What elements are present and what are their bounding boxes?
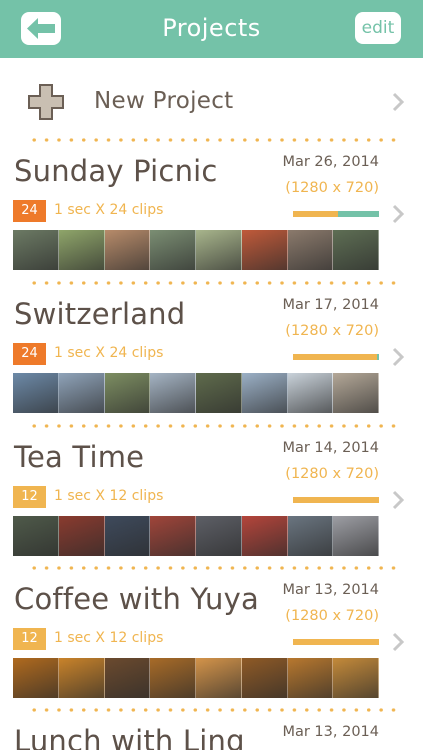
video-thumbnail xyxy=(287,658,334,698)
progress-yellow xyxy=(293,211,338,217)
video-thumbnail xyxy=(13,516,59,556)
project-row[interactable]: Lunch with Ling Mar 13, 2014 xyxy=(0,712,423,750)
thumbnail-strip xyxy=(13,373,379,413)
project-title: Switzerland xyxy=(14,297,186,331)
clip-count-badge: 12 xyxy=(13,486,46,508)
video-thumbnail xyxy=(104,516,151,556)
chevron-right-icon xyxy=(392,490,405,510)
new-project-row[interactable]: New Project xyxy=(0,58,423,140)
video-thumbnail xyxy=(104,373,151,413)
progress-bar xyxy=(293,211,379,217)
video-thumbnail xyxy=(58,230,105,270)
project-date: Mar 14, 2014 xyxy=(282,440,379,456)
chevron-right-icon xyxy=(392,204,405,224)
video-thumbnail xyxy=(333,516,379,556)
video-thumbnail xyxy=(241,516,288,556)
edit-button[interactable]: edit xyxy=(355,12,401,44)
video-thumbnail xyxy=(196,516,242,556)
project-resolution: (1280 x 720) xyxy=(285,608,379,624)
progress-yellow xyxy=(293,354,377,360)
new-project-label: New Project xyxy=(94,88,234,114)
project-resolution: (1280 x 720) xyxy=(285,466,379,482)
thumbnail-strip xyxy=(13,658,379,698)
video-thumbnail xyxy=(196,658,242,698)
project-date: Mar 13, 2014 xyxy=(282,582,379,598)
clip-count-badge: 12 xyxy=(13,628,46,650)
plus-icon xyxy=(28,84,64,120)
project-row[interactable]: Tea Time Mar 14, 2014 (1280 x 720) 12 1 … xyxy=(0,428,423,570)
video-thumbnail xyxy=(241,373,288,413)
video-thumbnail xyxy=(104,658,151,698)
progress-bar xyxy=(293,354,379,360)
progress-teal xyxy=(338,211,379,217)
project-resolution: (1280 x 720) xyxy=(285,180,379,196)
video-thumbnail xyxy=(287,373,334,413)
clip-info: 1 sec X 12 clips xyxy=(54,488,164,504)
chevron-right-icon xyxy=(392,632,405,652)
video-thumbnail xyxy=(196,373,242,413)
video-thumbnail xyxy=(333,230,379,270)
project-date: Mar 17, 2014 xyxy=(282,297,379,313)
clip-info: 1 sec X 24 clips xyxy=(54,202,164,218)
video-thumbnail xyxy=(241,230,288,270)
project-title: Coffee with Yuya xyxy=(14,582,259,616)
thumbnail-strip xyxy=(13,516,379,556)
video-thumbnail xyxy=(241,658,288,698)
clip-count-badge: 24 xyxy=(13,343,46,365)
video-thumbnail xyxy=(150,516,196,556)
project-resolution: (1280 x 720) xyxy=(285,323,379,339)
progress-bar xyxy=(293,639,379,645)
project-row[interactable]: Sunday Picnic Mar 26, 2014 (1280 x 720) … xyxy=(0,142,423,284)
thumbnail-strip xyxy=(13,230,379,270)
project-title: Sunday Picnic xyxy=(14,154,218,188)
video-thumbnail xyxy=(58,373,105,413)
video-thumbnail xyxy=(104,230,151,270)
project-date: Mar 13, 2014 xyxy=(282,724,379,740)
project-row[interactable]: Coffee with Yuya Mar 13, 2014 (1280 x 72… xyxy=(0,570,423,712)
progress-bar xyxy=(293,497,379,503)
project-title: Lunch with Ling xyxy=(14,724,245,750)
video-thumbnail xyxy=(196,230,242,270)
video-thumbnail xyxy=(287,516,334,556)
nav-bar: Projects edit xyxy=(0,0,423,58)
video-thumbnail xyxy=(13,230,59,270)
video-thumbnail xyxy=(150,658,196,698)
video-thumbnail xyxy=(13,658,59,698)
chevron-right-icon xyxy=(392,92,405,112)
project-date: Mar 26, 2014 xyxy=(282,154,379,170)
project-row[interactable]: Switzerland Mar 17, 2014 (1280 x 720) 24… xyxy=(0,285,423,427)
video-thumbnail xyxy=(333,658,379,698)
clip-count-badge: 24 xyxy=(13,200,46,222)
clip-info: 1 sec X 24 clips xyxy=(54,345,164,361)
video-thumbnail xyxy=(150,373,196,413)
video-thumbnail xyxy=(150,230,196,270)
video-thumbnail xyxy=(13,373,59,413)
chevron-right-icon xyxy=(392,347,405,367)
video-thumbnail xyxy=(287,230,334,270)
project-title: Tea Time xyxy=(14,440,145,474)
video-thumbnail xyxy=(333,373,379,413)
video-thumbnail xyxy=(58,658,105,698)
progress-teal xyxy=(377,354,379,360)
video-thumbnail xyxy=(58,516,105,556)
clip-info: 1 sec X 12 clips xyxy=(54,630,164,646)
